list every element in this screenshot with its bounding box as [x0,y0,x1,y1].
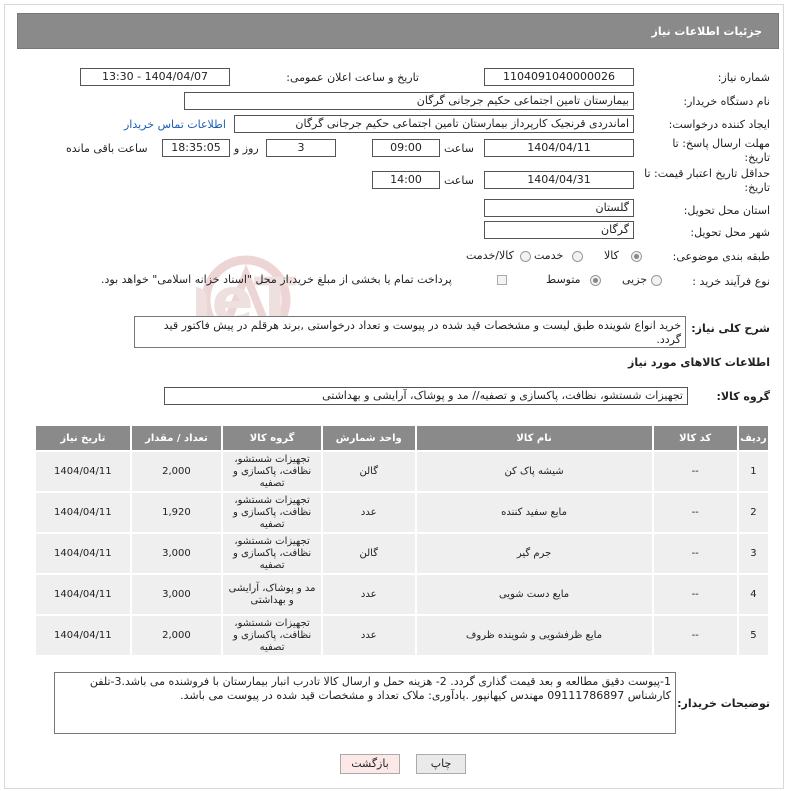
cell-code: -- [651,573,739,616]
city-label: شهر محل تحویل: [690,226,770,239]
summary-label: شرح کلی نیاز: [691,322,770,335]
cell-unit: عدد [320,573,417,616]
deadline-time-field: 09:00 [372,139,440,157]
cell-code: -- [651,450,739,493]
province-field: گلستان [484,199,634,217]
cat-goods-label: کالا [604,249,619,262]
cell-date: 1404/04/11 [34,573,132,616]
col-header-group: گروه کالا [221,424,323,452]
items-table: ردیف کد کالا نام کالا واحد شمارش گروه کا… [34,424,771,657]
process-minor-label: جزیی [622,273,648,286]
cell-group: تجهیزات شستشو، نظافت، پاکسازی و تصفیه [221,491,323,534]
cell-name: شیشه پاک کن [414,450,654,493]
price-valid-date-field: 1404/04/31 [484,171,634,189]
summary-field: خرید انواع شوینده طبق لیست و مشخصات قید … [134,316,686,348]
deadline-label: مهلت ارسال پاسخ: تا تاریخ: [672,137,770,164]
cell-quantity: 3,000 [129,532,224,575]
cell-group: مد و پوشاک، آرایشی و بهداشتی [221,573,323,616]
cell-quantity: 2,000 [129,450,224,493]
cell-unit: گالن [320,532,417,575]
cell-date: 1404/04/11 [34,491,132,534]
back-button[interactable]: بازگشت [340,754,400,774]
goods-group-label: گروه کالا: [716,390,770,403]
table-row: 2 -- مایع سفید کننده عدد تجهیزات شستشو، … [34,491,771,534]
cell-row-number: 5 [736,614,771,657]
creator-label: ایجاد کننده درخواست: [668,118,770,131]
cat-goods-radio[interactable] [631,251,642,262]
page-header: جزئیات اطلاعات نیاز [17,13,779,49]
announce-label: تاریخ و ساعت اعلان عمومی: [286,71,419,84]
cat-both-radio[interactable] [520,251,531,262]
cat-both-label: کالا/خدمت [466,249,514,262]
cell-code: -- [651,491,739,534]
col-header-quantity: تعداد / مقدار [129,424,224,452]
cell-row-number: 3 [736,532,771,575]
print-button[interactable]: چاپ [416,754,466,774]
price-valid-time-field: 14:00 [372,171,440,189]
table-row: 5 -- مایع ظرفشویی و شوینده ظروف عدد تجهی… [34,614,771,657]
price-valid-time-label: ساعت [444,174,474,187]
process-medium-label: متوسط [546,273,581,286]
process-label: نوع فرآیند خرید : [692,275,770,288]
buyer-org-label: نام دستگاه خریدار: [683,95,770,108]
cell-quantity: 2,000 [129,614,224,657]
cell-group: تجهیزات شستشو، نظافت، پاکسازی و تصفیه [221,450,323,493]
creator-field: اماندردی قرنجیک کارپرداز بیمارستان تامین… [234,115,634,133]
buyer-notes-field: 1-پیوست دقیق مطالعه و بعد قیمت گذاری گرد… [54,672,676,734]
cell-unit: عدد [320,614,417,657]
col-header-code: کد کالا [651,424,739,452]
remaining-time-field: 18:35:05 [162,139,230,157]
treasury-payment-checkbox[interactable] [497,275,507,285]
cell-name: مایع سفید کننده [414,491,654,534]
cat-service-label: خدمت [534,249,564,262]
col-header-unit: واحد شمارش [320,424,417,452]
category-label: طبقه بندی موضوعی: [672,250,770,263]
col-header-name: نام کالا [414,424,654,452]
announce-field: 1404/04/07 - 13:30 [80,68,230,86]
contact-info-link[interactable]: اطلاعات تماس خریدار [124,118,226,131]
cell-code: -- [651,532,739,575]
cell-unit: عدد [320,491,417,534]
cat-service-radio[interactable] [572,251,583,262]
col-header-row-number: ردیف [736,424,771,452]
cell-date: 1404/04/11 [34,614,132,657]
cell-group: تجهیزات شستشو، نظافت، پاکسازی و تصفیه [221,614,323,657]
process-minor-radio[interactable] [651,275,662,286]
page-title: جزئیات اطلاعات نیاز [651,25,763,38]
treasury-payment-note: پرداخت تمام یا بخشی از مبلغ خرید،از محل … [101,273,452,286]
process-medium-radio[interactable] [590,275,601,286]
deadline-time-label: ساعت [444,142,474,155]
cell-name: مایع ظرفشویی و شوینده ظروف [414,614,654,657]
need-number-field: 1104091040000026 [484,68,634,86]
table-row: 4 -- مایع دست شویی عدد مد و پوشاک، آرایش… [34,573,771,616]
cell-row-number: 2 [736,491,771,534]
cell-unit: گالن [320,450,417,493]
remaining-time-label: ساعت باقی مانده [66,142,148,155]
days-label: روز و [234,142,259,155]
cell-name: مایع دست شویی [414,573,654,616]
buyer-org-field: بیمارستان تامین اجتماعی حکیم جرجانی گرگا… [184,92,634,110]
cell-quantity: 1,920 [129,491,224,534]
table-row: 1 -- شیشه پاک کن گالن تجهیزات شستشو، نظا… [34,450,771,493]
days-field: 3 [266,139,336,157]
goods-group-field: تجهیزات شستشو، نظافت، پاکسازی و تصفیه// … [164,387,688,405]
buyer-notes-label: توضیحات خریدار: [677,697,770,710]
table-row: 3 -- جرم گیر گالن تجهیزات شستشو، نظافت، … [34,532,771,575]
need-number-label: شماره نیاز: [717,71,770,84]
cell-group: تجهیزات شستشو، نظافت، پاکسازی و تصفیه [221,532,323,575]
col-header-date: تاریخ نیاز [34,424,132,452]
city-field: گرگان [484,221,634,239]
cell-date: 1404/04/11 [34,532,132,575]
cell-name: جرم گیر [414,532,654,575]
deadline-date-field: 1404/04/11 [484,139,634,157]
cell-row-number: 1 [736,450,771,493]
province-label: استان محل تحویل: [683,204,770,217]
cell-quantity: 3,000 [129,573,224,616]
cell-row-number: 4 [736,573,771,616]
cell-code: -- [651,614,739,657]
price-valid-label: حداقل تاریخ اعتبار قیمت: تا تاریخ: [644,167,770,194]
cell-date: 1404/04/11 [34,450,132,493]
table-header-row: ردیف کد کالا نام کالا واحد شمارش گروه کا… [34,424,771,452]
items-section-title: اطلاعات کالاهای مورد نیاز [628,356,770,369]
